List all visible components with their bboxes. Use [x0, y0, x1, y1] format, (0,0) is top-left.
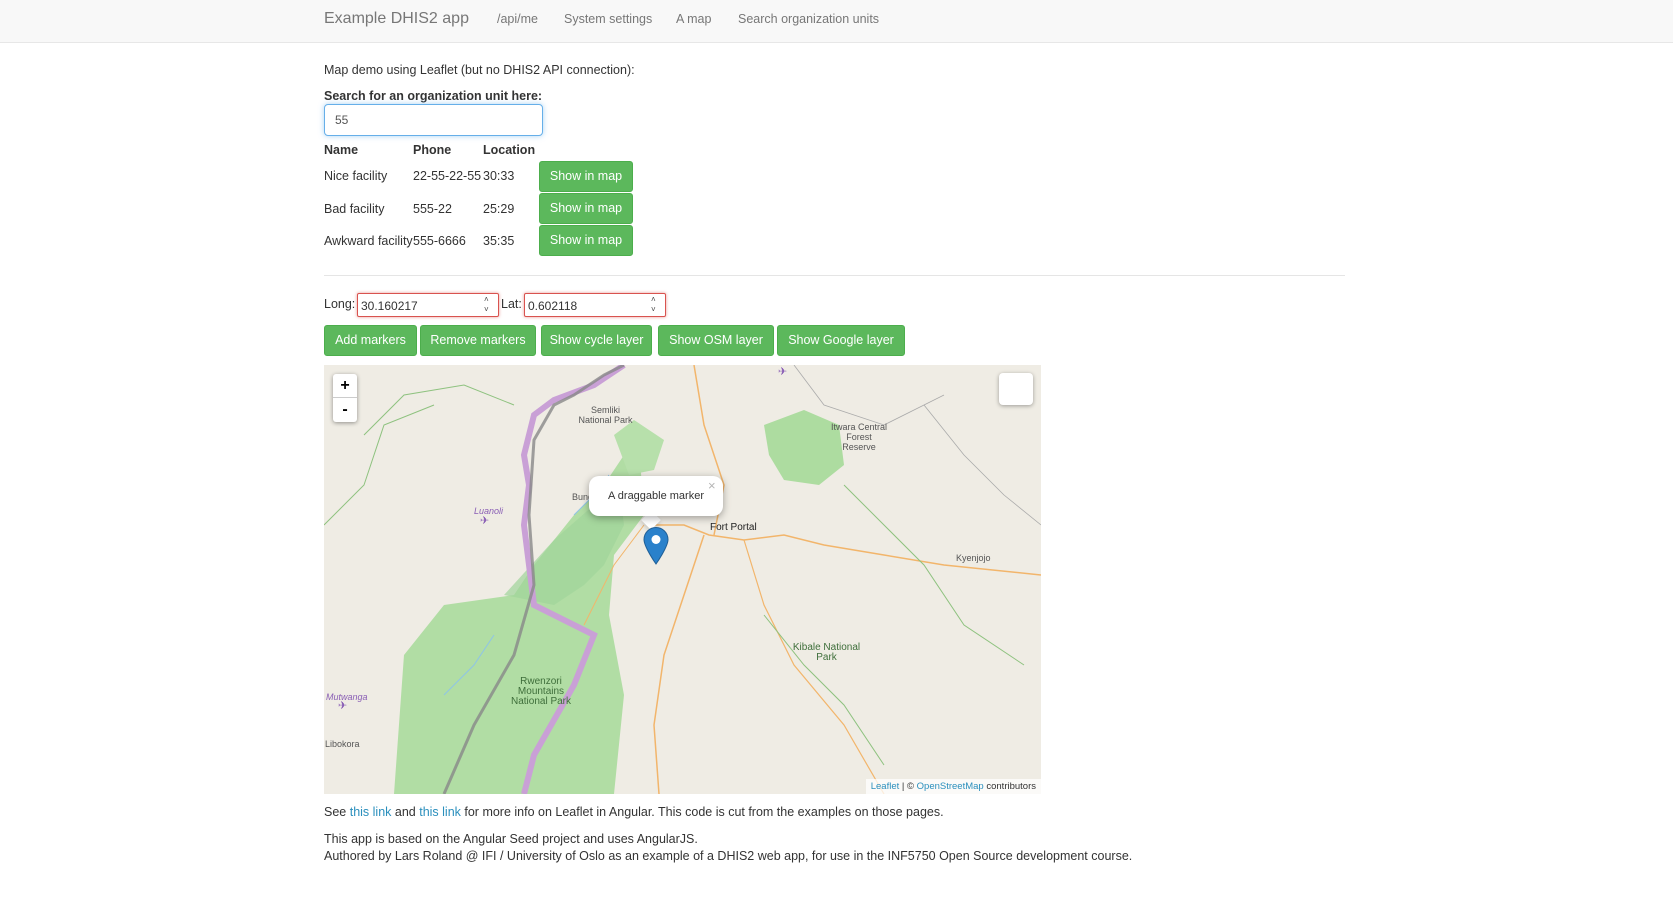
search-label: Search for an organization unit here: — [324, 89, 543, 103]
remove-markers-button[interactable]: Remove markers — [420, 325, 536, 356]
map[interactable]: + - Semliki National Park Itwara Central… — [324, 365, 1041, 794]
cell-phone: 555-22 — [413, 202, 452, 216]
leaflet-link[interactable]: Leaflet — [871, 781, 900, 792]
brand[interactable]: Example DHIS2 app — [324, 10, 469, 28]
nav-link-search-org-units[interactable]: Search organization units — [738, 12, 879, 26]
nav-link-system-settings[interactable]: System settings — [564, 12, 652, 26]
divider — [324, 275, 1345, 276]
cell-location: 35:35 — [483, 234, 515, 248]
map-attribution: Leaflet | © OpenStreetMap contributors — [865, 779, 1041, 794]
long-value: 30.160217 — [361, 299, 418, 313]
footer-rest: for more info on Leaflet in Angular. Thi… — [460, 805, 944, 819]
osm-link[interactable]: OpenStreetMap — [917, 781, 984, 792]
attribution-separator: | © — [899, 781, 917, 792]
airport-icon: ✈ — [778, 366, 788, 378]
cell-name: Awkward facility — [324, 234, 413, 248]
map-label-fort-portal: Fort Portal — [710, 522, 757, 533]
cell-location: 25:29 — [483, 202, 515, 216]
col-header-location: Location — [483, 143, 536, 157]
zoom-control: + - — [333, 374, 357, 422]
footer-link-2[interactable]: this link — [419, 805, 461, 819]
chevron-up-icon[interactable]: ˄ — [484, 296, 492, 304]
attribution-contributors: contributors — [983, 781, 1036, 792]
footer-info: See this link and this link for more inf… — [324, 805, 944, 819]
nav-link-a-map[interactable]: A map — [676, 12, 711, 26]
zoom-out-button[interactable]: - — [333, 398, 357, 422]
chevron-down-icon[interactable]: ˅ — [651, 306, 659, 314]
map-label-kyenjojo: Kyenjojo — [956, 553, 991, 563]
navbar: Example DHIS2 app /api/me System setting… — [0, 0, 1673, 43]
close-icon[interactable]: × — [708, 478, 716, 493]
map-label-libokora: Libokora — [325, 739, 360, 749]
show-cycle-layer-button[interactable]: Show cycle layer — [541, 325, 652, 356]
cell-phone: 555-6666 — [413, 234, 466, 248]
layers-control[interactable] — [999, 373, 1033, 405]
lat-input[interactable]: 0.602118 ˄ ˅ — [524, 293, 666, 317]
chevron-up-icon[interactable]: ˄ — [651, 296, 659, 304]
map-label-itwara: Itwara Central Forest Reserve — [830, 422, 888, 452]
airport-icon: ✈ — [338, 700, 348, 712]
long-label: Long: — [324, 297, 356, 311]
map-tiles — [324, 365, 1041, 794]
zoom-in-button[interactable]: + — [333, 374, 357, 398]
cell-name: Bad facility — [324, 202, 385, 216]
add-markers-button[interactable]: Add markers — [324, 325, 417, 356]
footer-line-2: This app is based on the Angular Seed pr… — [324, 832, 698, 846]
show-in-map-button[interactable]: Show in map — [539, 193, 633, 224]
cell-name: Nice facility — [324, 169, 388, 183]
cell-phone: 22-55-22-55 — [413, 169, 482, 183]
footer-and: and — [391, 805, 420, 819]
show-google-layer-button[interactable]: Show Google layer — [777, 325, 905, 356]
show-in-map-button[interactable]: Show in map — [539, 161, 633, 192]
footer-see: See — [324, 805, 350, 819]
show-osm-layer-button[interactable]: Show OSM layer — [658, 325, 774, 356]
col-header-name: Name — [324, 143, 359, 157]
col-header-phone: Phone — [413, 143, 452, 157]
lat-value: 0.602118 — [528, 299, 578, 313]
search-input[interactable] — [324, 104, 543, 136]
marker-popup: A draggable marker — [589, 476, 723, 516]
map-label-semliki: Semliki National Park — [578, 405, 633, 425]
airport-icon: ✈ — [480, 515, 490, 527]
map-marker-icon[interactable] — [643, 527, 669, 565]
long-input[interactable]: 30.160217 ˄ ˅ — [357, 293, 499, 317]
cell-location: 30:33 — [483, 169, 515, 183]
footer-line-3: Authored by Lars Roland @ IFI / Universi… — [324, 849, 1133, 863]
lat-label: Lat: — [501, 297, 522, 311]
show-in-map-button[interactable]: Show in map — [539, 225, 633, 256]
map-label-kibale: Kibale National Park — [792, 642, 861, 663]
footer-link-1[interactable]: this link — [350, 805, 392, 819]
chevron-down-icon[interactable]: ˅ — [484, 306, 492, 314]
map-label-rwenzori: Rwenzori Mountains National Park — [510, 676, 572, 707]
nav-link-api-me[interactable]: /api/me — [497, 12, 538, 26]
intro-text: Map demo using Leaflet (but no DHIS2 API… — [324, 63, 635, 77]
